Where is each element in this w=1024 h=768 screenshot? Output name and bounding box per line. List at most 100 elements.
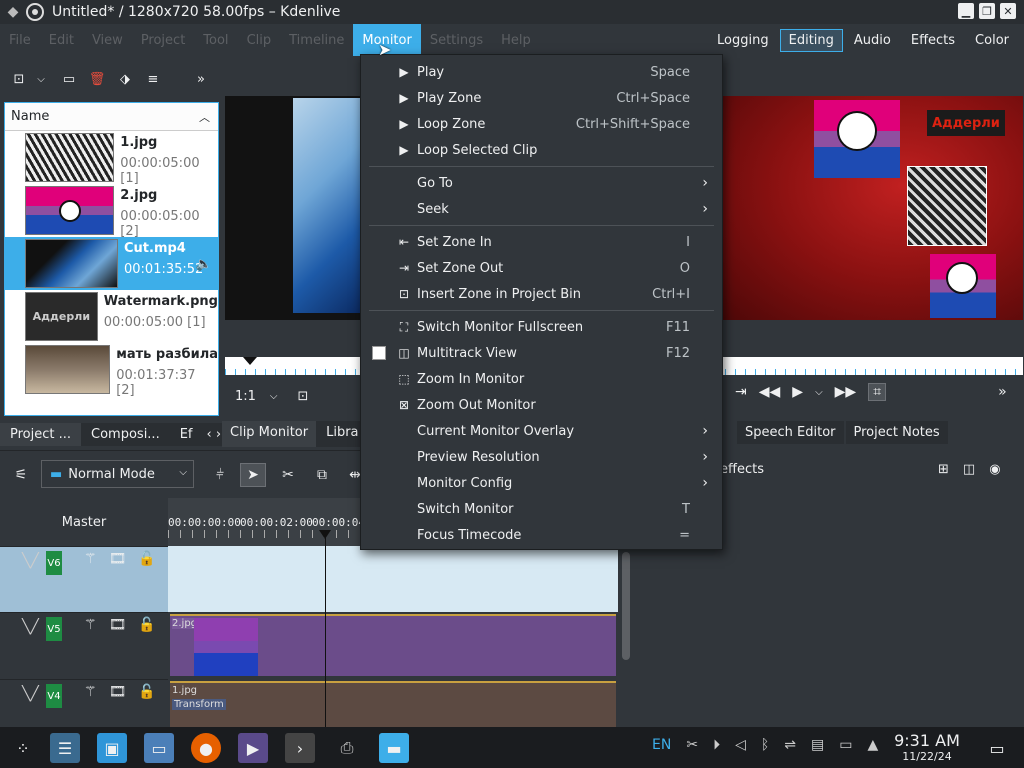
add-clip-icon[interactable]: ⊡ (10, 70, 28, 88)
app-menu-icon[interactable]: ◆ (4, 3, 22, 21)
sort-up-icon[interactable]: ︿ (199, 109, 210, 125)
menu-item-monitor-config[interactable]: Monitor Config › (361, 470, 722, 496)
menu-item-loop-selected-clip[interactable]: ▶ Loop Selected Clip (361, 137, 722, 163)
forward-icon[interactable]: ▶▶ (835, 384, 857, 400)
menu-file[interactable]: File (0, 24, 40, 56)
multitrack-checkbox[interactable] (372, 346, 386, 360)
terminal-icon[interactable]: › (285, 733, 315, 763)
expand-icon[interactable]: » (192, 70, 210, 88)
chevron-down-icon[interactable]: ⌵ (32, 70, 50, 88)
menu-item-preview-resolution[interactable]: Preview Resolution › (361, 444, 722, 470)
effects-wand-icon[interactable]: ⚚ (84, 617, 97, 633)
menu-tool[interactable]: Tool (194, 24, 237, 56)
minimize-icon[interactable]: ▁ (958, 3, 974, 19)
monitor-playhead[interactable] (243, 357, 257, 365)
bin-clip-item[interactable]: 1.jpg 00:00:05:00 [1] (5, 131, 218, 186)
timeline-scrollbar[interactable] (622, 552, 630, 660)
tab-effects[interactable]: Ef (169, 422, 203, 446)
timeline-clip[interactable]: 2.jpg (170, 614, 616, 676)
track-header-v5[interactable]: ╲╱ V5 ⚚ 🎞 🔓 (0, 612, 168, 678)
layout-editing[interactable]: Editing (779, 29, 843, 52)
menu-item-set-zone-in[interactable]: ⇤ Set Zone In I (361, 229, 722, 255)
tray-expand-icon[interactable]: ▲ (867, 737, 878, 753)
project-monitor-video[interactable]: Аддерли (722, 96, 1023, 320)
menu-item-go-to[interactable]: Go To › (361, 170, 722, 196)
language-indicator[interactable]: EN (652, 737, 671, 753)
bin-clip-item[interactable]: 2.jpg 00:00:05:00 [2] (5, 184, 218, 239)
bluetooth-icon[interactable]: ᛒ (761, 737, 769, 753)
timeline-playhead[interactable] (325, 532, 326, 727)
menu-item-seek[interactable]: Seek › (361, 196, 722, 222)
clock[interactable]: 9:31 AM 11/22/24 (892, 731, 962, 763)
fit-icon[interactable]: ⊡ (298, 389, 309, 404)
bin-clip-item[interactable]: мать разбила 00:01:37:37 [2] (5, 343, 218, 398)
lock-icon[interactable]: 🔓 (138, 617, 155, 633)
menu-view[interactable]: View (83, 24, 132, 56)
rewind-icon[interactable]: ◀◀ (759, 384, 781, 400)
menu-item-play[interactable]: ▶ Play Space (361, 59, 722, 85)
menu-item-zoom-out[interactable]: ⊠ Zoom Out Monitor (361, 392, 722, 418)
close-icon[interactable]: ✕ (1000, 3, 1016, 19)
tab-project-bin[interactable]: Project ... (0, 422, 82, 446)
track-settings-icon[interactable]: ⚟ (8, 463, 34, 487)
menu-item-focus-timecode[interactable]: Focus Timecode = (361, 522, 722, 548)
collapse-icon[interactable]: ╲╱ (22, 686, 39, 702)
master-track-header[interactable]: Master (0, 498, 168, 546)
edit-mode-select[interactable]: ▬ Normal Mode ⌵ (41, 460, 194, 488)
lock-icon[interactable]: 🔓 (138, 684, 155, 700)
track-lane-v6[interactable] (168, 546, 618, 612)
tab-speech-editor[interactable]: Speech Editor (737, 421, 844, 444)
track-header-v6[interactable]: ╲╱ V6 ⚚ 🎞 🔓 (0, 546, 168, 612)
menu-settings[interactable]: Settings (421, 24, 492, 56)
menu-icon[interactable]: ≡ (144, 70, 162, 88)
track-lane-v5[interactable]: 2.jpg (168, 612, 618, 678)
eye-icon[interactable]: ◉ (989, 462, 1000, 477)
play-icon[interactable]: ▶ (792, 384, 803, 400)
film-icon[interactable]: 🎞 (109, 551, 127, 567)
film-icon[interactable]: 🎞 (109, 684, 127, 700)
menu-edit[interactable]: Edit (40, 24, 83, 56)
crop-icon[interactable]: ⌗ (868, 383, 887, 401)
delete-icon[interactable]: 🗑 (88, 70, 106, 88)
tag-icon[interactable]: ⬗ (116, 70, 134, 88)
menu-item-loop-zone[interactable]: ▶ Loop Zone Ctrl+Shift+Space (361, 111, 722, 137)
menu-item-set-zone-out[interactable]: ⇥ Set Zone Out O (361, 255, 722, 281)
zone-out-icon[interactable]: ⇥ (735, 384, 747, 400)
razor-tool-icon[interactable]: ✂ (275, 463, 301, 487)
firefox-icon[interactable]: ● (191, 733, 221, 763)
collapse-icon[interactable]: ╲╱ (22, 619, 39, 635)
tab-project-notes[interactable]: Project Notes (845, 421, 948, 444)
save-stack-icon[interactable]: ⊞ (938, 462, 949, 477)
media-icon[interactable]: ⏵ (713, 737, 720, 753)
bin-clip-item[interactable]: Аддерли Watermark.png 00:00:05:00 [1] (5, 290, 218, 343)
tab-clip-monitor[interactable]: Clip Monitor (222, 421, 317, 447)
menu-item-play-zone[interactable]: ▶ Play Zone Ctrl+Space (361, 85, 722, 111)
menu-project[interactable]: Project (132, 24, 194, 56)
more-icon[interactable]: » (998, 384, 1007, 400)
layout-effects[interactable]: Effects (902, 29, 964, 52)
menu-item-zoom-in[interactable]: ⬚ Zoom In Monitor (361, 366, 722, 392)
menu-item-multitrack-view[interactable]: ◫ Multitrack View F12 (361, 340, 722, 366)
monitor-zoom-select[interactable]: 1:1 ⌵ ⊡ (235, 385, 308, 407)
collapse-icon[interactable]: ╲╱ (22, 553, 39, 569)
menu-timeline[interactable]: Timeline (280, 24, 353, 56)
display-icon[interactable]: ▭ (839, 737, 852, 753)
tab-compositions[interactable]: Composi... (81, 422, 170, 446)
network-icon[interactable]: ⇌ (784, 737, 796, 753)
menu-item-fullscreen[interactable]: ⛶ Switch Monitor Fullscreen F11 (361, 314, 722, 340)
lock-icon[interactable]: 🔓 (138, 551, 155, 567)
folder-icon[interactable]: ▬ (379, 733, 409, 763)
layout-color[interactable]: Color (966, 29, 1018, 52)
printer-icon[interactable]: ⎙ (332, 733, 362, 763)
layout-logging[interactable]: Logging (708, 29, 778, 52)
compare-icon[interactable]: ◫ (963, 462, 975, 477)
scissors-icon[interactable]: ✂ (686, 737, 698, 753)
slip-tool-icon[interactable]: ⧉ (309, 463, 335, 487)
clipboard-icon[interactable]: ▤ (811, 737, 824, 753)
menu-clip[interactable]: Clip (238, 24, 281, 56)
add-folder-icon[interactable]: ▭ (60, 70, 78, 88)
film-icon[interactable]: 🎞 (109, 617, 127, 633)
chevron-down-icon[interactable]: ⌵ (815, 387, 823, 398)
select-tool-icon[interactable]: ➤ (240, 463, 266, 487)
volume-icon[interactable]: ◁ (735, 737, 746, 753)
